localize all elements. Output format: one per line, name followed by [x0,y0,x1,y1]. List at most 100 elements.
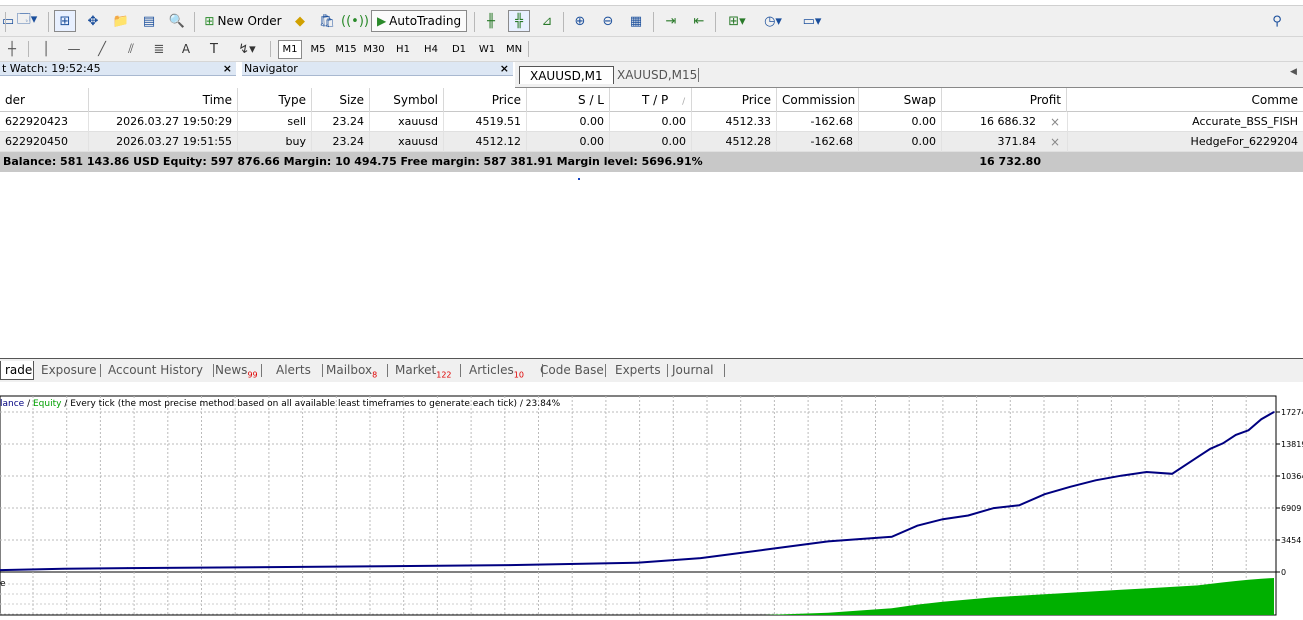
y-tick-label: 10364 [1281,472,1303,481]
crosshair-icon[interactable]: ┼ [2,38,22,60]
navigator-icon[interactable]: 📁 [110,10,132,32]
terminal-tab-exposure[interactable]: Exposure [37,361,101,380]
col-sl[interactable]: S / L [527,88,610,112]
timeframe-m15[interactable]: M15 [333,40,359,59]
balance-point [916,524,919,527]
chart-frame [0,395,1277,616]
cell-price: 4512.12 [444,132,527,152]
col-size[interactable]: Size [312,88,370,112]
standard-toolbar: ▭ 🗔▾ ⊞ ✥ 📁 ▤ 🔍 ⊞ New Order ◆ 🛍 ((•)) ▶ A… [0,6,1303,37]
timeframe-h1[interactable]: H1 [391,40,415,59]
balance-point [1120,474,1122,477]
timeframe-mn[interactable]: MN [502,40,526,59]
templates-icon[interactable]: ▭▾ [796,10,828,32]
cell-size: 23.24 [312,132,370,152]
arrows-icon[interactable]: ↯▾ [232,38,262,60]
col-tp[interactable]: T / P / [610,88,692,112]
balance-equity-chart: 17274 13819 10364 6909 3454 0 lance / Equity /… [0,395,1303,616]
timeframe-m5[interactable]: M5 [306,40,330,59]
terminal-tab-rade[interactable]: rade [0,361,34,380]
profiles-icon[interactable]: 🗔▾ [12,10,42,32]
sort-indicator-icon: / [682,97,686,107]
fibonacci-icon[interactable]: ≣ [148,38,170,60]
timeframe-d1[interactable]: D1 [447,40,471,59]
navigator-titlebar[interactable]: Navigator × [242,62,513,76]
table-row[interactable]: 622920423 2026.03.27 19:50:29 sell 23.24 xau… [0,112,1303,132]
terminal-tab-account-history[interactable]: Account History [104,361,207,380]
vertical-line-icon[interactable]: │ [38,38,54,60]
chart-tab-xauusd-m15[interactable]: XAUUSD,M15 [607,66,707,84]
timeframe-w1[interactable]: W1 [475,40,499,59]
balance-point [1043,493,1046,495]
timeframe-m1[interactable]: M1 [278,40,302,59]
terminal-tab-experts[interactable]: Experts [611,361,665,380]
text-label-icon[interactable]: T [204,38,224,60]
timeframe-h4[interactable]: H4 [419,40,443,59]
y-tick-label: 3454 [1281,536,1301,545]
chart-shift-icon[interactable]: ⇤ [688,10,710,32]
timeframe-m30[interactable]: M30 [361,40,387,59]
terminal-tab-articles[interactable]: Articles10 [465,361,528,380]
account-summary-row[interactable]: Balance: 581 143.86 USD Equity: 597 876.… [0,152,1303,172]
zoom-in-icon[interactable]: ⊕ [569,10,591,32]
periods-icon[interactable]: ◷▾ [758,10,788,32]
scroll-left-icon[interactable]: ◀ [1290,67,1297,77]
col-order[interactable]: der [0,88,89,112]
col-profit[interactable]: Profit [942,88,1067,112]
col-symbol[interactable]: Symbol [370,88,444,112]
col-time[interactable]: Time [89,88,238,112]
close-icon[interactable]: × [500,62,509,75]
close-icon[interactable]: × [223,62,232,75]
close-position-icon[interactable]: × [1043,112,1067,132]
autotrading-button[interactable]: ▶ AutoTrading [371,10,467,32]
equidistant-channel-icon[interactable]: ⫽ [120,38,142,60]
text-tool-button[interactable]: A [176,38,196,60]
bar-chart-icon[interactable]: ╫ [480,10,502,32]
auto-scroll-icon[interactable]: ⇥ [660,10,682,32]
balance-point [1094,479,1097,482]
indicators-icon[interactable]: ⊞▾ [722,10,752,32]
table-row[interactable]: 622920450 2026.03.27 19:51:55 buy 23.24 xauu… [0,132,1303,152]
horizontal-line-icon[interactable]: — [64,38,84,60]
col-comment[interactable]: Comme [1067,88,1303,112]
strategy-tester-icon[interactable]: 🔍 [166,10,188,32]
metaeditor-icon[interactable]: ◆ [289,10,311,32]
terminal-tab-market[interactable]: Market122 [391,361,456,380]
col-type[interactable]: Type [238,88,312,112]
terminal-tab-news[interactable]: News99 [211,361,262,380]
new-order-button[interactable]: ⊞ New Order [201,10,285,32]
cell-cur-price: 4512.33 [692,112,777,132]
balance-point [1196,456,1199,458]
tab-label: Experts [615,363,661,377]
line-studies-toolbar: ┼ │ — ╱ ⫽ ≣ A T ↯▾ M1 M5 M15 M30 H1 H4 D1 W1 MN [0,37,1303,62]
search-icon[interactable]: ⚲ [1266,10,1288,32]
zoom-out-icon[interactable]: ⊖ [597,10,619,32]
terminal-tabs: rade Exposure Account History News99 Alerts M… [0,358,1303,382]
terminal-tab-journal[interactable]: Journal [668,361,718,380]
close-position-icon[interactable]: × [1043,132,1067,152]
chart-tab-xauusd-m1[interactable]: XAUUSD,M1 [519,66,614,84]
market-icon[interactable]: 🛍 [316,10,338,32]
trendline-icon[interactable]: ╱ [92,38,112,60]
terminal-tab-alerts[interactable]: Alerts [272,361,315,380]
line-chart-icon[interactable]: ⊿ [536,10,558,32]
col-price[interactable]: Price [444,88,527,112]
cell-comment: Accurate_BSS_FISH [1067,112,1303,132]
terminal-icon[interactable]: ▤ [138,10,160,32]
balance-point [891,536,893,538]
col-swap[interactable]: Swap [859,88,942,112]
cursor-dot [578,178,580,180]
tile-windows-icon[interactable]: ▦ [625,10,647,32]
caption-equity: Equity [33,399,62,409]
col-commission[interactable]: Commission [777,88,859,112]
col-current-price[interactable]: Price [692,88,777,112]
new-order-icon: ⊞ [204,14,215,28]
cell-swap: 0.00 [859,132,942,152]
terminal-tab-mailbox[interactable]: Mailbox8 [322,361,381,380]
candlestick-icon[interactable]: ╬ [508,10,530,32]
data-window-icon[interactable]: ✥ [82,10,104,32]
signals-icon[interactable]: ((•)) [341,10,369,32]
terminal-tab-code-base[interactable]: Code Base [536,361,608,380]
cell-profit: 16 686.32 [980,115,1036,128]
market-watch-icon[interactable]: ⊞ [54,10,76,32]
